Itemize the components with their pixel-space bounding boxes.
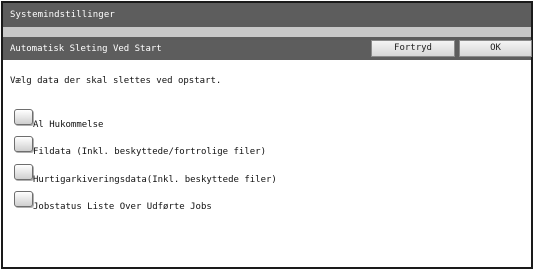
checkbox[interactable] [14, 136, 33, 152]
title-separator [3, 27, 531, 37]
option-label: Al Hukommelse [33, 120, 104, 130]
settings-panel: Systemindstillinger Automatisk Sleting V… [1, 1, 533, 269]
option-label: Hurtigarkiveringsdata(Inkl. beskyttede f… [33, 175, 277, 185]
instruction-text: Vælg data der skal slettes ved opstart. [10, 76, 222, 86]
action-bar: Automatisk Sleting Ved Start Fortryd OK [3, 37, 532, 60]
checkbox[interactable] [14, 191, 33, 207]
option-label: Fildata (Inkl. beskyttede/fortrolige fil… [33, 147, 266, 157]
ok-button[interactable]: OK [459, 40, 532, 57]
cancel-button[interactable]: Fortryd [371, 40, 455, 57]
option-label: Jobstatus Liste Over Udførte Jobs [33, 202, 212, 212]
page-title: Automatisk Sleting Ved Start [10, 44, 162, 54]
checkbox[interactable] [14, 109, 33, 125]
window-title: Systemindstillinger [3, 3, 531, 27]
checkbox[interactable] [14, 164, 33, 180]
